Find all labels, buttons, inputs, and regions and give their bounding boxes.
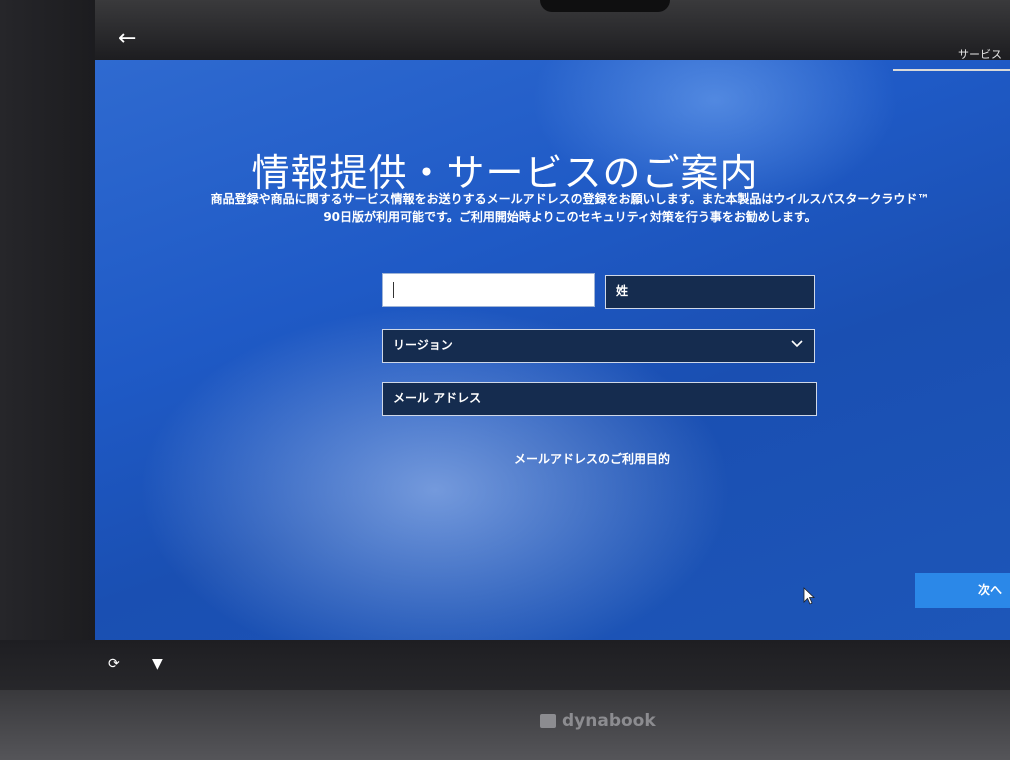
laptop-bezel-left: [0, 0, 95, 690]
tab-services[interactable]: サービス: [958, 46, 1002, 62]
last-name-field[interactable]: 姓: [605, 275, 815, 309]
first-name-field[interactable]: [382, 273, 595, 307]
microphone-icon[interactable]: ▼: [152, 656, 163, 672]
chevron-down-icon: [791, 340, 803, 348]
email-placeholder: メール アドレス: [393, 391, 482, 405]
page-description: 商品登録や商品に関するサービス情報をお送りするメールアドレスの登録をお願いします…: [150, 190, 990, 226]
laptop-bezel-top: [0, 0, 1010, 60]
brand-name: dynabook: [562, 711, 656, 731]
region-selected-value: リージョン: [393, 338, 453, 352]
tab-underline: [893, 69, 1010, 71]
arrow-left-icon[interactable]: ←: [118, 28, 136, 50]
camera-housing: [540, 0, 670, 12]
brand-mark-icon: [540, 714, 556, 728]
page-title: 情報提供・サービスのご案内: [251, 151, 759, 195]
last-name-placeholder: 姓: [616, 284, 629, 298]
region-select[interactable]: リージョン: [382, 329, 815, 363]
next-button[interactable]: 次へ: [915, 573, 1010, 608]
text-caret: [393, 282, 394, 298]
brand-logo: dynabook: [540, 711, 656, 731]
description-line-2: 90日版が利用可能です。ご利用開始時よりこのセキュリティ対策を行う事をお勧めしま…: [323, 210, 817, 224]
laptop-hinge: [0, 690, 1010, 760]
description-line-1: 商品登録や商品に関するサービス情報をお送りするメールアドレスの登録をお願いします…: [210, 192, 930, 206]
email-field[interactable]: メール アドレス: [382, 382, 817, 416]
mouse-cursor-icon: [803, 587, 816, 605]
ease-of-access-icon[interactable]: ⟳: [108, 656, 120, 672]
email-purpose-link[interactable]: メールアドレスのご利用目的: [514, 450, 670, 467]
